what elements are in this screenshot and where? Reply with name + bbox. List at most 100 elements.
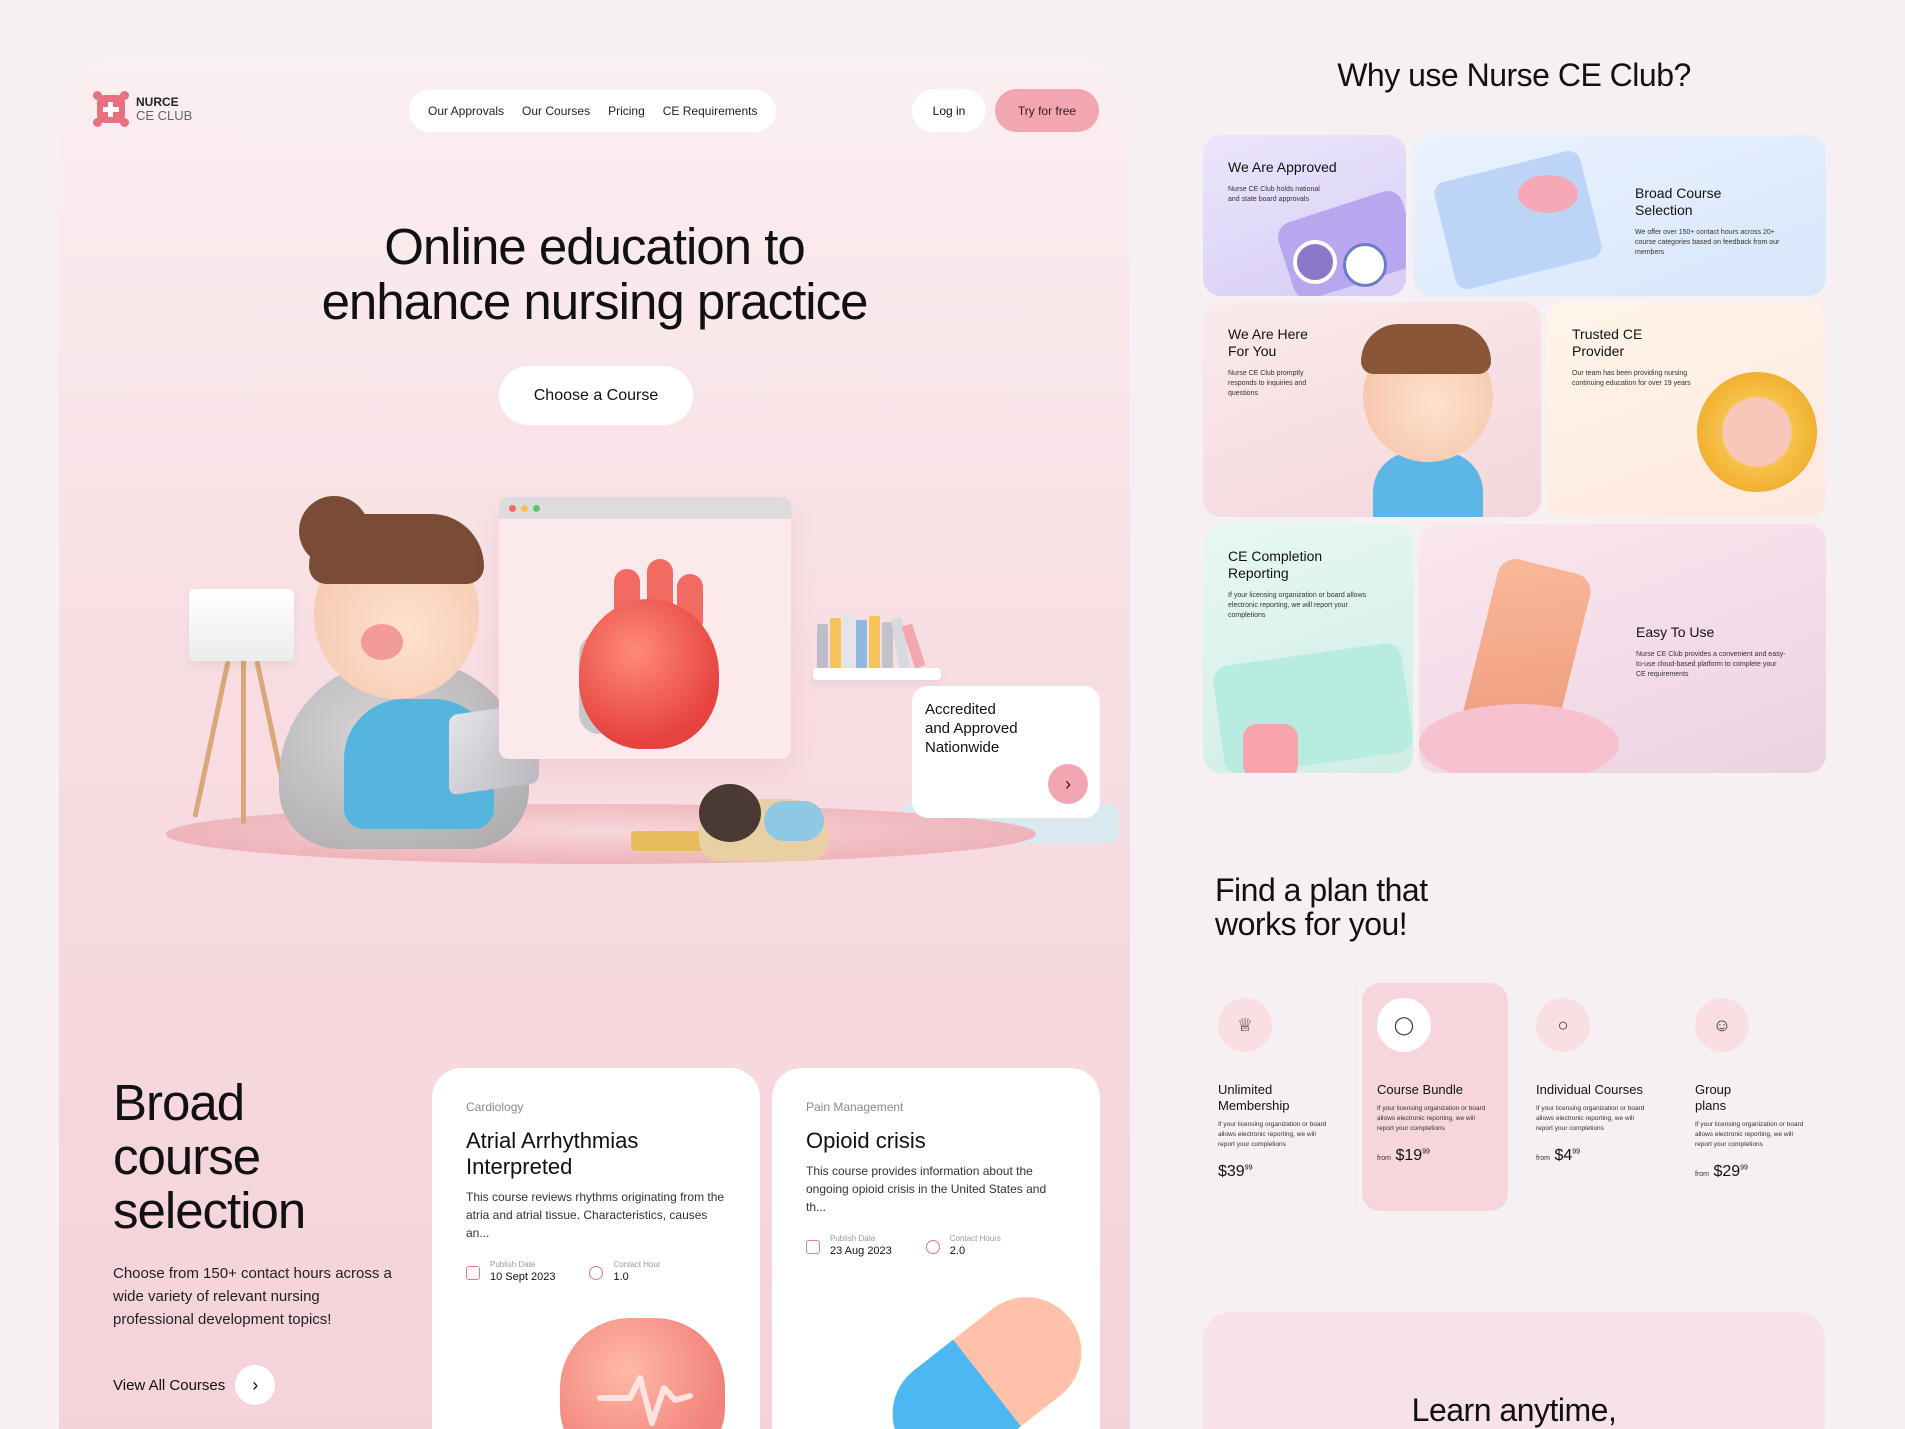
- why-card-desc: Our team has been providing nursing cont…: [1572, 370, 1691, 387]
- heart-pulse-icon: [560, 1318, 725, 1429]
- broad-course-description: Choose from 150+ contact hours across a …: [113, 1265, 392, 1328]
- price-prefix: from: [1536, 1155, 1550, 1162]
- broad-title-line-2: course: [113, 1128, 261, 1185]
- accredited-card[interactable]: Accredited and Approved Nationwide ›: [912, 686, 1100, 818]
- course-card-atrial[interactable]: Cardiology Atrial Arrhythmias Interprete…: [432, 1068, 760, 1429]
- view-all-courses-link[interactable]: View All Courses ›: [113, 1365, 276, 1405]
- accredited-line-3: Nationwide: [925, 739, 1000, 756]
- nav-our-courses[interactable]: Our Courses: [522, 104, 590, 118]
- accredited-line-2: and Approved: [925, 720, 1018, 737]
- price-cents: 99: [1244, 1164, 1253, 1172]
- why-card-reporting: CE Completion Reporting If your licensin…: [1203, 524, 1413, 773]
- publish-date-label: Publish Date: [490, 1260, 536, 1269]
- price-prefix: from: [1695, 1171, 1709, 1178]
- nurse-hair: [309, 514, 484, 584]
- nav-our-approvals[interactable]: Our Approvals: [428, 104, 504, 118]
- bundle-icon: ◯: [1377, 998, 1431, 1052]
- hero-title-line-2: enhance nursing practice: [321, 273, 869, 330]
- plans-title: Find a plan that works for you!: [1215, 873, 1428, 941]
- why-card-desc: Nurse CE Club holds national and state b…: [1228, 186, 1320, 203]
- pug-face: [699, 784, 761, 842]
- publish-date: 10 Sept 2023: [490, 1271, 556, 1283]
- seal-icon: [1293, 240, 1337, 284]
- lamp-leg: [192, 660, 231, 818]
- plan-divider: [1673, 983, 1674, 1211]
- landing-panel: NURCE CE CLUB Our Approvals Our Courses …: [59, 59, 1130, 1429]
- plan-title: Course Bundle: [1377, 1082, 1463, 1097]
- broad-course-title: Broad course selection: [113, 1074, 306, 1238]
- contact-hours: 2.0: [949, 1245, 966, 1257]
- heart-model: [579, 599, 719, 749]
- calendar-icon: [806, 1240, 820, 1254]
- contact-hour-label: Contact Hours: [949, 1234, 1001, 1243]
- plan-divider: [1355, 983, 1356, 1211]
- support-agent-hair: [1361, 324, 1491, 374]
- lamp-leg: [241, 659, 246, 824]
- brain-icon: [1518, 175, 1578, 213]
- hero-title: Online education to enhance nursing prac…: [59, 219, 1130, 329]
- plan-course-bundle[interactable]: ◯ Course Bundle If your licensing organi…: [1362, 983, 1508, 1211]
- plan-desc: If your licensing organization or board …: [1536, 1105, 1645, 1132]
- course-category: Pain Management: [806, 1100, 904, 1114]
- course-title[interactable]: Atrial Arrhythmias Interpreted: [466, 1128, 726, 1180]
- why-card-here: We Are Here For You Nurse CE Club prompt…: [1203, 302, 1541, 517]
- book-shelf: [813, 614, 941, 680]
- clock-icon: [925, 1240, 940, 1254]
- plan-group[interactable]: ☺ Group plans If your licensing organiza…: [1680, 983, 1826, 1211]
- price-amount: $29: [1713, 1163, 1741, 1180]
- accredited-line-1: Accredited: [925, 701, 996, 718]
- cloud-icon: [1419, 704, 1619, 773]
- nav-pricing[interactable]: Pricing: [608, 104, 645, 118]
- plan-price: from $1999: [1377, 1147, 1493, 1165]
- learn-section: Learn anytime,: [1203, 1312, 1825, 1429]
- why-card-title: Easy To Use: [1636, 624, 1715, 640]
- pug-shirt: [764, 801, 824, 841]
- logo[interactable]: NURCE CE CLUB: [93, 91, 193, 127]
- why-card-desc: We offer over 150+ contact hours across …: [1635, 229, 1780, 256]
- clock-icon: [589, 1266, 604, 1280]
- price-prefix: from: [1377, 1155, 1391, 1162]
- why-title: Why use Nurse CE Club?: [1337, 57, 1691, 93]
- plan-desc: If your licensing organization or board …: [1218, 1121, 1327, 1148]
- price-cents: 99: [1422, 1148, 1430, 1156]
- plan-unlimited-membership[interactable]: ♕ Unlimited Membership If your licensing…: [1203, 983, 1349, 1211]
- chevron-right-icon[interactable]: ›: [235, 1365, 276, 1405]
- broad-title-line-1: Broad: [113, 1074, 245, 1131]
- price-cents: 99: [1572, 1148, 1581, 1156]
- plan-title: Individual Courses: [1536, 1082, 1643, 1097]
- circle-icon: ○: [1536, 998, 1590, 1052]
- try-for-free-button[interactable]: Try for free: [995, 89, 1099, 132]
- nav-ce-requirements[interactable]: CE Requirements: [663, 104, 758, 118]
- choose-course-button[interactable]: Choose a Course: [499, 366, 693, 425]
- logo-cross-icon: [93, 91, 129, 127]
- plan-price: $3999: [1218, 1163, 1334, 1181]
- calendar-icon: [466, 1266, 480, 1280]
- plan-price: from $2999: [1695, 1163, 1811, 1181]
- view-all-label: View All Courses: [113, 1376, 226, 1394]
- why-card-easy: Easy To Use Nurse CE Club provides a con…: [1419, 524, 1826, 773]
- course-title[interactable]: Opioid crisis: [806, 1128, 1066, 1154]
- plan-individual-courses[interactable]: ○ Individual Courses If your licensing o…: [1521, 983, 1667, 1211]
- contact-hours: 1.0: [613, 1271, 629, 1283]
- logo-line-2: CE CLUB: [136, 108, 193, 123]
- plan-desc: If your licensing organization or board …: [1377, 1105, 1486, 1132]
- plan-divider: [1514, 983, 1515, 1211]
- star-medal-icon: [1697, 372, 1817, 492]
- price-amount: $19: [1395, 1147, 1423, 1164]
- price-cents: 99: [1740, 1164, 1748, 1172]
- chevron-right-icon[interactable]: ›: [1048, 764, 1088, 804]
- nurse-cheek: [361, 624, 403, 660]
- open-book-icon: [1431, 148, 1605, 292]
- certificate-icon: [1211, 641, 1413, 773]
- hero-title-line-1: Online education to: [384, 218, 805, 275]
- login-button[interactable]: Log in: [912, 89, 986, 132]
- badge-icon: [1343, 243, 1387, 287]
- medical-cross-icon: [1243, 724, 1298, 773]
- publish-date: 23 Aug 2023: [830, 1245, 892, 1257]
- why-card-trusted: Trusted CE Provider Our team has been pr…: [1547, 302, 1826, 517]
- why-card-title: Trusted CE Provider: [1572, 326, 1643, 359]
- plans-title-line-1: Find a plan that: [1215, 872, 1428, 908]
- price-amount: $4: [1554, 1147, 1573, 1164]
- course-card-opioid[interactable]: Pain Management Opioid crisis This cours…: [772, 1068, 1100, 1429]
- plan-price: from $499: [1536, 1147, 1652, 1165]
